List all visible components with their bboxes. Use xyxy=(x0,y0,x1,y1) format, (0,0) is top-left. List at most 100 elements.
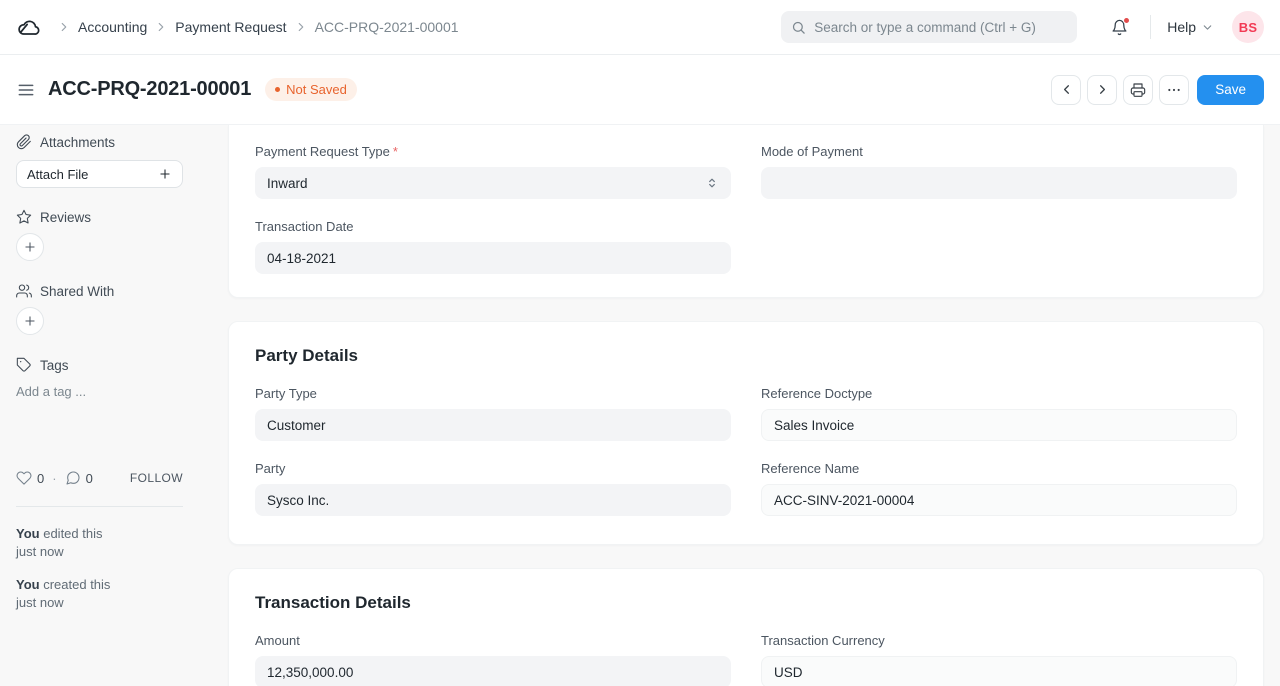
field-transaction-currency: Transaction Currency USD xyxy=(761,633,1237,686)
input-value: ACC-SINV-2021-00004 xyxy=(774,493,914,508)
reference-name-input[interactable]: ACC-SINV-2021-00004 xyxy=(761,484,1237,516)
printer-icon xyxy=(1130,82,1146,98)
chevrons-up-down-icon xyxy=(705,176,719,190)
form-row: Party Type Customer Reference Doctype Sa… xyxy=(255,386,1237,441)
plus-icon xyxy=(23,314,37,328)
field-label: Payment Request Type * xyxy=(255,144,731,159)
field-label: Transaction Currency xyxy=(761,633,1237,648)
activity-action: edited this xyxy=(43,526,102,541)
users-icon xyxy=(16,283,32,299)
like-button[interactable] xyxy=(16,470,32,486)
hamburger-menu-icon xyxy=(16,80,36,100)
party-input[interactable]: Sysco Inc. xyxy=(255,484,731,516)
party-type-input[interactable]: Customer xyxy=(255,409,731,441)
section-party-details: Party Details Party Type Customer Refere… xyxy=(228,321,1264,545)
add-review-button[interactable] xyxy=(16,233,44,261)
mode-of-payment-input[interactable] xyxy=(761,167,1237,199)
follow-button[interactable]: FOLLOW xyxy=(130,471,183,485)
help-label: Help xyxy=(1167,19,1196,35)
plus-icon xyxy=(23,240,37,254)
document-sidebar: Attachments Attach File Reviews Shared W… xyxy=(16,125,183,686)
save-button[interactable]: Save xyxy=(1197,75,1264,105)
navbar-divider xyxy=(1150,15,1151,39)
transaction-currency-input[interactable]: USD xyxy=(761,656,1237,686)
prev-document-button[interactable] xyxy=(1051,75,1081,105)
comments-button[interactable] xyxy=(65,470,81,486)
section-title: Party Details xyxy=(255,346,1237,366)
form-row: Amount 12,350,000.00 Transaction Currenc… xyxy=(255,633,1237,686)
attach-file-button[interactable]: Attach File xyxy=(16,160,183,188)
activity-created: You created this just now xyxy=(16,576,183,612)
field-party: Party Sysco Inc. xyxy=(255,461,731,516)
field-label: Party Type xyxy=(255,386,731,401)
reviews-section-header: Reviews xyxy=(16,209,183,225)
chevron-down-icon xyxy=(1201,21,1214,34)
sidebar-toggle-button[interactable] xyxy=(16,80,36,100)
input-value: 12,350,000.00 xyxy=(267,665,353,680)
help-menu[interactable]: Help xyxy=(1167,19,1214,35)
engagement-row: 0 · 0 FOLLOW xyxy=(16,470,183,486)
tags-title: Tags xyxy=(40,358,69,373)
form-row: Party Sysco Inc. Reference Name ACC-SINV… xyxy=(255,461,1237,516)
chevron-left-icon xyxy=(1059,82,1074,97)
input-value: Sales Invoice xyxy=(774,418,854,433)
field-label: Reference Name xyxy=(761,461,1237,476)
add-tag-input[interactable]: Add a tag ... xyxy=(16,384,183,399)
search-input[interactable]: Search or type a command (Ctrl + G) xyxy=(781,11,1077,43)
section-payment-request: Payment Request Type * Inward Mode of Pa… xyxy=(228,125,1264,298)
notifications-button[interactable] xyxy=(1111,19,1128,36)
breadcrumb-payment-request[interactable]: Payment Request xyxy=(175,19,286,35)
next-document-button[interactable] xyxy=(1087,75,1117,105)
page-actions: Save xyxy=(1051,75,1264,105)
more-options-button[interactable] xyxy=(1159,75,1189,105)
field-label: Reference Doctype xyxy=(761,386,1237,401)
field-reference-doctype: Reference Doctype Sales Invoice xyxy=(761,386,1237,441)
field-amount: Amount 12,350,000.00 xyxy=(255,633,731,686)
page-header: ACC-PRQ-2021-00001 Not Saved Save xyxy=(0,55,1280,125)
field-payment-request-type: Payment Request Type * Inward xyxy=(255,144,731,199)
reviews-title: Reviews xyxy=(40,210,91,225)
chevron-right-icon xyxy=(1095,82,1110,97)
activity-time: just now xyxy=(16,595,64,610)
transaction-date-input[interactable]: 04-18-2021 xyxy=(255,242,731,274)
activity-edited: You edited this just now xyxy=(16,525,183,561)
input-value: Sysco Inc. xyxy=(267,493,329,508)
input-value: Customer xyxy=(267,418,326,433)
label-text: Payment Request Type xyxy=(255,144,390,159)
activity-actor: You xyxy=(16,526,40,541)
select-value: Inward xyxy=(267,176,308,191)
status-badge-label: Not Saved xyxy=(286,82,347,97)
status-dot xyxy=(275,87,280,92)
amount-input[interactable]: 12,350,000.00 xyxy=(255,656,731,686)
breadcrumb-accounting[interactable]: Accounting xyxy=(78,19,147,35)
form-main: Payment Request Type * Inward Mode of Pa… xyxy=(228,125,1264,686)
tags-section-header: Tags xyxy=(16,357,183,373)
app-logo[interactable] xyxy=(16,13,44,41)
print-button[interactable] xyxy=(1123,75,1153,105)
label-text: Transaction Currency xyxy=(761,633,885,648)
field-label: Amount xyxy=(255,633,731,648)
status-badge: Not Saved xyxy=(265,78,357,101)
likes-count: 0 xyxy=(37,471,44,486)
attachments-section-header: Attachments xyxy=(16,134,183,150)
label-text: Amount xyxy=(255,633,300,648)
user-avatar[interactable]: BS xyxy=(1232,11,1264,43)
search-icon xyxy=(791,20,806,35)
label-text: Party Type xyxy=(255,386,317,401)
attach-file-label: Attach File xyxy=(27,167,88,182)
attachments-title: Attachments xyxy=(40,135,115,150)
breadcrumb-current-doc: ACC-PRQ-2021-00001 xyxy=(315,19,459,35)
tag-icon xyxy=(16,357,32,373)
reference-doctype-input[interactable]: Sales Invoice xyxy=(761,409,1237,441)
activity-action: created this xyxy=(43,577,110,592)
form-row: Payment Request Type * Inward Mode of Pa… xyxy=(255,144,1237,199)
content-area: Attachments Attach File Reviews Shared W… xyxy=(0,125,1280,686)
required-asterisk: * xyxy=(393,144,398,159)
form-row: Transaction Date 04-18-2021 xyxy=(255,219,1237,274)
label-text: Reference Name xyxy=(761,461,859,476)
share-button[interactable] xyxy=(16,307,44,335)
payment-request-type-select[interactable]: Inward xyxy=(255,167,731,199)
page-title: ACC-PRQ-2021-00001 xyxy=(48,78,251,101)
label-text: Party xyxy=(255,461,285,476)
count-separator: · xyxy=(52,471,56,486)
